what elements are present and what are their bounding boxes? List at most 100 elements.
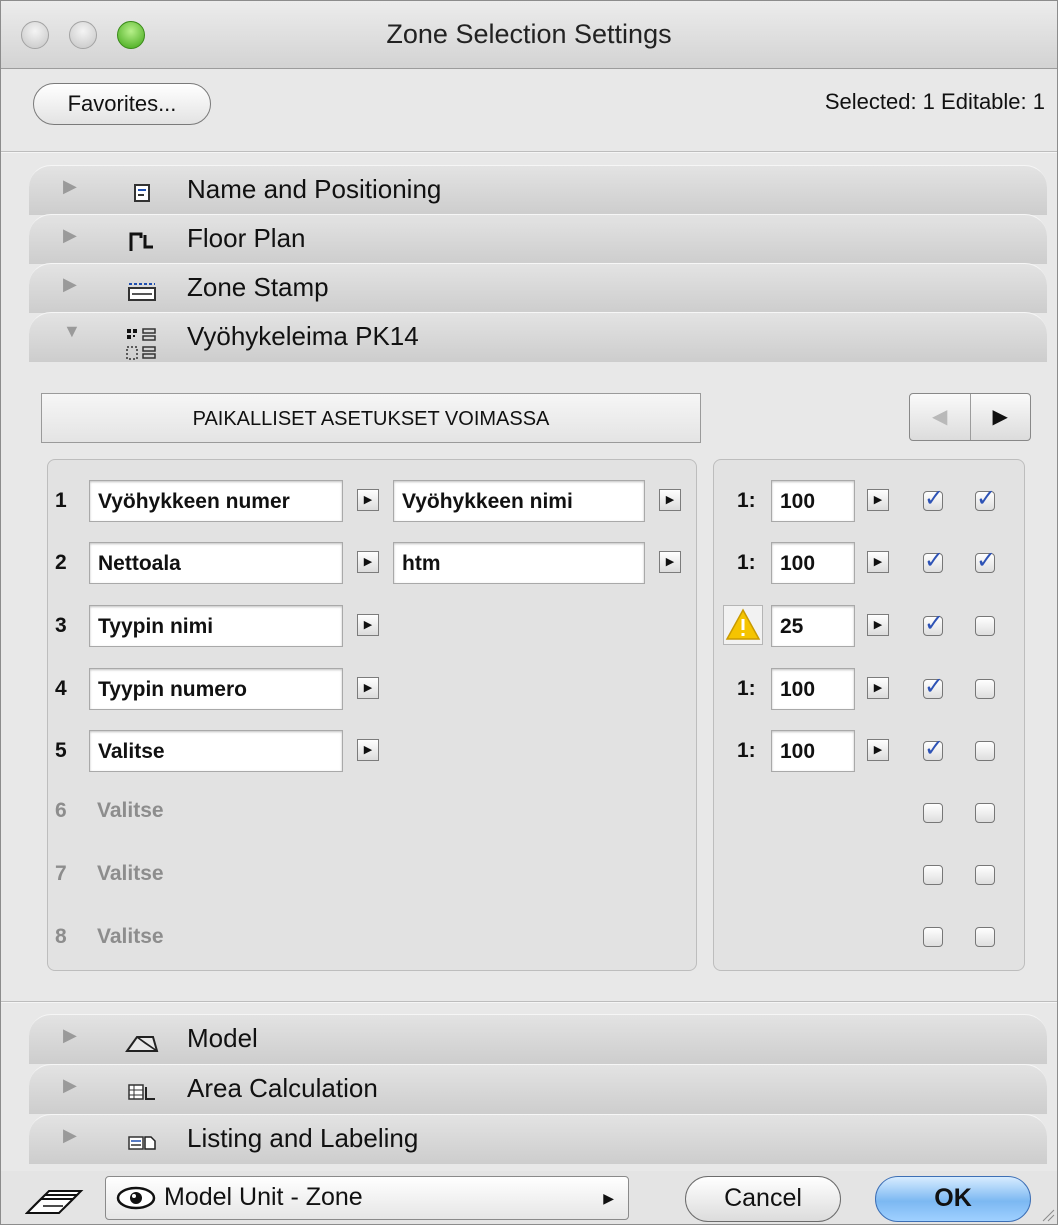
check-mark-icon: ✓: [924, 673, 945, 700]
check-mark-icon: ✓: [976, 547, 997, 574]
cancel-button[interactable]: Cancel: [685, 1176, 841, 1222]
row-4-scale-field[interactable]: 100: [771, 668, 855, 710]
row-number: 7: [55, 862, 67, 885]
row-2-checkbox-1[interactable]: ✓: [923, 547, 944, 574]
row-5-field-1[interactable]: Valitse: [89, 730, 343, 772]
row-5-scale-field[interactable]: 100: [771, 730, 855, 772]
divider: [1, 151, 1057, 153]
panel-label: Floor Plan: [187, 223, 306, 253]
navigation-buttons: ◀ ▶: [909, 393, 1031, 441]
panel-name-and-positioning[interactable]: ▶ Name and Positioning: [29, 165, 1047, 215]
row-1-scale-menu-arrow[interactable]: ▶: [867, 489, 889, 511]
row-4-field-1[interactable]: Tyypin numero: [89, 668, 343, 710]
disclosure-triangle-icon[interactable]: ▶: [63, 176, 77, 197]
row-8-checkbox-2[interactable]: [975, 927, 995, 947]
row-5-checkbox-2[interactable]: [975, 741, 995, 761]
check-mark-icon: ✓: [924, 735, 945, 762]
row-1-checkbox-2[interactable]: ✓: [975, 485, 996, 512]
row-1-field-1[interactable]: Vyöhykkeen numer: [89, 480, 343, 522]
row-8-field-1: Valitse: [97, 925, 164, 948]
row-2-field-1[interactable]: Nettoala: [89, 542, 343, 584]
local-settings-indicator[interactable]: PAIKALLISET ASETUKSET VOIMASSA: [41, 393, 701, 443]
row-4-field-1-menu-arrow[interactable]: ▶: [357, 677, 379, 699]
panel-zone-stamp[interactable]: ▶ Zone Stamp: [29, 263, 1047, 313]
row-2-field-1-menu-arrow[interactable]: ▶: [357, 551, 379, 573]
row-5-checkbox-1[interactable]: ✓: [923, 735, 944, 762]
area-calculation-icon: [128, 1084, 155, 1100]
check-mark-icon: ✓: [924, 485, 945, 512]
row-7-field-1: Valitse: [97, 862, 164, 885]
check-mark-icon: ✓: [924, 610, 945, 637]
window-title: Zone Selection Settings: [386, 19, 672, 49]
zone-selection-settings-dialog: Zone Selection Settings Favorites... Sel…: [0, 0, 1058, 1225]
row-2-checkbox-2[interactable]: ✓: [975, 547, 996, 574]
disclosure-triangle-icon[interactable]: ▶: [63, 274, 77, 295]
row-8-checkbox-1[interactable]: [923, 927, 943, 947]
floor-plan-icon: [129, 232, 153, 251]
stamp-scale-box: [713, 459, 1025, 971]
row-4-scale-menu-arrow[interactable]: ▶: [867, 677, 889, 699]
row-2-scale-field[interactable]: 100: [771, 542, 855, 584]
row-6-field-1: Valitse: [97, 799, 164, 822]
disclosure-triangle-expanded-icon[interactable]: ▼: [63, 321, 81, 342]
row-1-checkbox-1[interactable]: ✓: [923, 485, 944, 512]
scale-prefix: 1:: [737, 551, 756, 574]
scale-prefix: 1:: [737, 739, 756, 762]
panel-listing-and-labeling[interactable]: ▶ Listing and Labeling: [29, 1114, 1047, 1164]
disclosure-triangle-icon[interactable]: ▶: [63, 1125, 77, 1146]
divider: [1, 1001, 1057, 1003]
row-3-checkbox-1[interactable]: ✓: [923, 610, 944, 637]
scale-prefix: 1:: [737, 677, 756, 700]
row-number: 6: [55, 799, 67, 822]
row-3-scale-field[interactable]: 25: [771, 605, 855, 647]
disclosure-triangle-icon[interactable]: ▶: [63, 1025, 77, 1046]
check-mark-icon: ✓: [976, 485, 997, 512]
resize-grip-icon[interactable]: [1039, 1206, 1055, 1222]
ok-button[interactable]: OK: [875, 1176, 1031, 1222]
selection-info: Selected: 1 Editable: 1: [824, 89, 1045, 114]
row-number: 3: [55, 614, 67, 637]
panel-floor-plan[interactable]: ▶ Floor Plan: [29, 214, 1047, 264]
row-3-scale-menu-arrow[interactable]: ▶: [867, 614, 889, 636]
popup-arrow-icon: ▶: [603, 1190, 614, 1206]
previous-button[interactable]: ◀: [910, 394, 971, 440]
row-7-checkbox-2[interactable]: [975, 865, 995, 885]
layer-popup-value: Model Unit - Zone: [164, 1183, 363, 1211]
next-button[interactable]: ▶: [971, 394, 1031, 440]
title-bar: Zone Selection Settings: [1, 1, 1057, 69]
model-icon: [125, 1036, 159, 1052]
row-number: 2: [55, 551, 67, 574]
panel-vyohykeleima-pk14[interactable]: ▼ Vyöhykeleima PK14: [29, 312, 1047, 362]
row-3-field-1-menu-arrow[interactable]: ▶: [357, 614, 379, 636]
row-6-checkbox-1[interactable]: [923, 803, 943, 823]
row-2-scale-menu-arrow[interactable]: ▶: [867, 551, 889, 573]
row-1-field-2-menu-arrow[interactable]: ▶: [659, 489, 681, 511]
row-4-checkbox-2[interactable]: [975, 679, 995, 699]
disclosure-triangle-icon[interactable]: ▶: [63, 225, 77, 246]
panel-label: Model: [187, 1023, 258, 1053]
disclosure-triangle-icon[interactable]: ▶: [63, 1075, 77, 1096]
layer-popup[interactable]: Model Unit - Zone ▶: [105, 1176, 629, 1220]
row-1-scale-field[interactable]: 100: [771, 480, 855, 522]
row-3-field-1[interactable]: Tyypin nimi: [89, 605, 343, 647]
favorites-button[interactable]: Favorites...: [33, 83, 211, 125]
row-3-checkbox-2[interactable]: [975, 616, 995, 636]
name-positioning-icon: [134, 184, 150, 202]
row-7-checkbox-1[interactable]: [923, 865, 943, 885]
row-4-checkbox-1[interactable]: ✓: [923, 673, 944, 700]
row-1-field-1-menu-arrow[interactable]: ▶: [357, 489, 379, 511]
panel-model[interactable]: ▶ Model: [29, 1014, 1047, 1064]
row-5-field-1-menu-arrow[interactable]: ▶: [357, 739, 379, 761]
row-1-field-2[interactable]: Vyöhykkeen nimi: [393, 480, 645, 522]
scale-prefix: 1:: [737, 489, 756, 512]
row-6-checkbox-2[interactable]: [975, 803, 995, 823]
stamp-fields-box: [47, 459, 697, 971]
row-5-scale-menu-arrow[interactable]: ▶: [867, 739, 889, 761]
panel-area-calculation[interactable]: ▶ Area Calculation: [29, 1064, 1047, 1114]
row-2-field-2-menu-arrow[interactable]: ▶: [659, 551, 681, 573]
panel-label: Name and Positioning: [187, 174, 442, 204]
row-number: 5: [55, 739, 67, 762]
row-2-field-2[interactable]: htm: [393, 542, 645, 584]
listing-labeling-icon: [128, 1136, 156, 1150]
warning-icon: [723, 605, 763, 645]
